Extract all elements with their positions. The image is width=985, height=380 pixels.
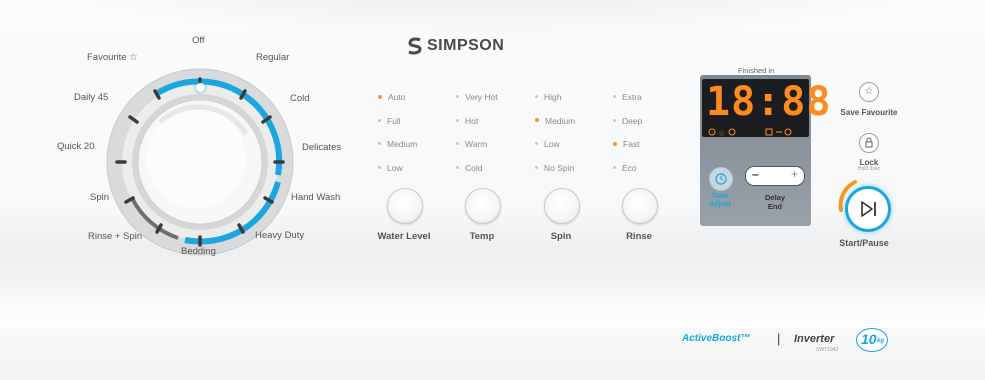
time-digits: 18:88 (706, 79, 832, 125)
indicator-dot (613, 118, 616, 122)
clock-icon (715, 173, 727, 185)
time-adjust-label: Time Adjust (709, 193, 731, 208)
spin-label: Spin (550, 231, 572, 242)
svg-text:☆: ☆ (718, 129, 725, 137)
inverter-sublabel: SWT1043 (816, 347, 839, 353)
indicator-dot (535, 118, 539, 123)
option-item: Full (378, 110, 417, 134)
delay-end-stepper[interactable]: – + (745, 166, 805, 186)
option-item: Auto (378, 86, 417, 110)
program-rinse-spin[interactable]: Rinse + Spin (88, 231, 142, 242)
water-level-label: Water Level (377, 231, 431, 242)
option-item: Warm (456, 133, 498, 157)
spin-options: High Medium Low No Spin (535, 86, 575, 180)
program-delicates[interactable]: Delicates (302, 142, 341, 153)
option-item: High (535, 86, 575, 110)
start-pause-button[interactable] (845, 186, 891, 232)
option-item: Extra (613, 86, 642, 110)
program-quick20[interactable]: Quick 20 (57, 141, 95, 152)
program-cold[interactable]: Cold (290, 93, 310, 104)
panel-top-shading (0, 0, 985, 40)
indicator-dot (613, 141, 617, 146)
plus-button[interactable]: + (791, 167, 798, 181)
program-off[interactable]: Off (192, 35, 205, 46)
temp-button[interactable] (465, 188, 501, 224)
start-pause-label: Start/Pause (839, 238, 889, 248)
footer-separator: | (777, 331, 781, 346)
option-item: Deep (613, 110, 642, 134)
activeboost-logo: ActiveBoost™ (682, 333, 751, 344)
program-daily45[interactable]: Daily 45 (74, 92, 108, 103)
option-item: Medium (378, 133, 417, 157)
lock-icon (865, 137, 873, 148)
indicator-dot (378, 165, 381, 169)
option-item: Low (378, 157, 417, 181)
dial-pointer (196, 83, 205, 92)
indicator-dot (456, 118, 459, 122)
program-bedding[interactable]: Bedding (181, 246, 216, 257)
delay-end-label: Delay End (764, 193, 785, 211)
temp-label: Temp (469, 231, 495, 242)
indicator-dot (378, 94, 382, 99)
option-item: Medium (535, 110, 575, 134)
display-header: Finished in (738, 66, 775, 75)
lock-button[interactable] (859, 133, 879, 153)
play-pause-icon (861, 201, 876, 217)
indicator-dot (456, 165, 459, 169)
spin-button[interactable] (544, 188, 580, 224)
temp-options: Very Hot Hot Warm Cold (456, 86, 498, 180)
water-level-button[interactable] (387, 188, 423, 224)
indicator-dot (378, 142, 381, 146)
program-hand-wash[interactable]: Hand Wash (291, 192, 340, 203)
indicator-dot (535, 165, 538, 169)
indicator-dot (613, 95, 616, 99)
program-favourite[interactable]: Favourite ☆ (87, 52, 138, 63)
display-status-icons: ☆ (708, 124, 808, 138)
save-favourite-label: Save Favourite (840, 108, 898, 117)
indicator-dot (378, 118, 381, 122)
option-item: Low (535, 133, 575, 157)
indicator-dot (456, 142, 459, 146)
capacity-badge: 10 kg (856, 328, 888, 352)
option-item: Very Hot (456, 86, 498, 110)
indicator-dot (535, 95, 538, 99)
rinse-button[interactable] (622, 188, 658, 224)
time-adjust-button[interactable] (709, 167, 733, 191)
capacity-unit: kg (877, 338, 885, 344)
option-item: Cold (456, 157, 498, 181)
indicator-dot (456, 95, 459, 99)
option-item: Hot (456, 110, 498, 134)
indicator-dot (535, 142, 538, 146)
simpson-logo-icon (408, 37, 422, 55)
program-regular[interactable]: Regular (256, 52, 289, 63)
star-icon: ☆ (864, 86, 874, 97)
capacity-number: 10 (861, 331, 877, 347)
program-heavy-duty[interactable]: Heavy Duty (255, 230, 304, 241)
rinse-label: Rinse (626, 231, 652, 242)
inverter-logo: Inverter (794, 333, 835, 345)
indicator-dot (613, 165, 616, 169)
option-item: Eco (613, 157, 642, 181)
panel-bottom-band (0, 268, 985, 328)
rinse-options: Extra Deep Fast Eco (613, 86, 642, 180)
save-favourite-button[interactable]: ☆ (859, 82, 879, 102)
water-level-options: Auto Full Medium Low (378, 86, 417, 180)
option-item: No Spin (535, 157, 575, 181)
brand-name: SIMPSON (427, 37, 505, 54)
option-item: Fast (613, 133, 642, 157)
program-spin[interactable]: Spin (90, 192, 109, 203)
status-icons: ☆ (708, 128, 792, 138)
minus-button[interactable]: – (752, 167, 759, 181)
